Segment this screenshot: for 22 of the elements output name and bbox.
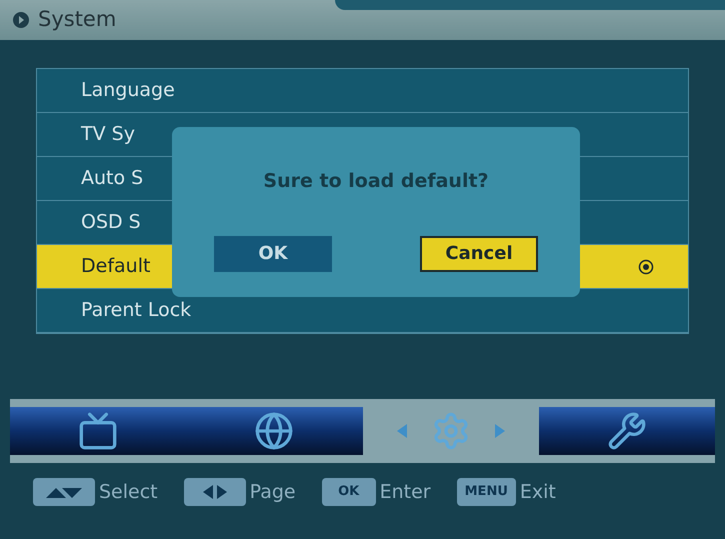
up-down-key-icon xyxy=(33,478,95,506)
hint-label: Select xyxy=(99,480,158,505)
radio-icon xyxy=(638,258,654,274)
key-label: MENU xyxy=(456,478,516,506)
right-arrow-icon xyxy=(494,424,505,438)
left-arrow-icon xyxy=(396,424,407,438)
dialog-button[interactable]: OK xyxy=(214,236,332,272)
left-right-key-icon xyxy=(184,478,246,506)
hint-label: Page xyxy=(250,480,296,505)
nav-tab[interactable] xyxy=(538,407,715,455)
tv-icon xyxy=(78,411,118,451)
nav-tab[interactable] xyxy=(186,407,362,455)
nav-tab[interactable] xyxy=(10,407,186,455)
globe-icon xyxy=(254,411,294,451)
window-title: System xyxy=(38,6,116,34)
hint-label: Enter xyxy=(380,480,431,505)
wrench-icon xyxy=(606,411,647,451)
dialog-message: Sure to load default? xyxy=(263,169,489,194)
key-label: OK xyxy=(322,478,376,506)
dialog-button[interactable]: Cancel xyxy=(420,236,538,272)
menu-item[interactable]: Language xyxy=(37,69,688,113)
hint-label: Exit xyxy=(520,480,556,505)
